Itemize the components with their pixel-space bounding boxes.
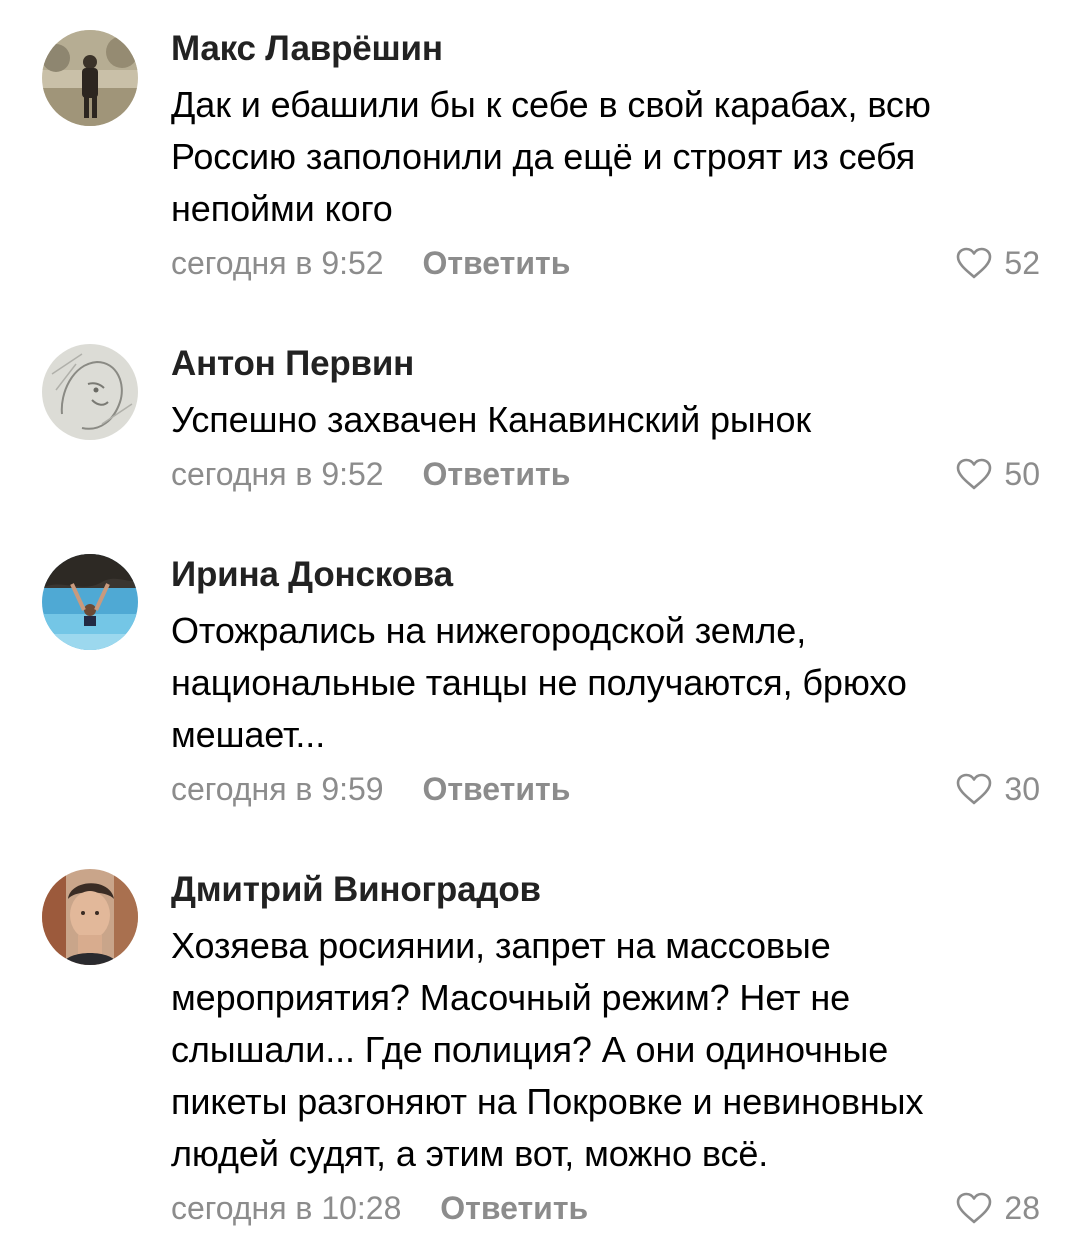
comment-text: Хозяева росиянии, запрет на массовые мер…	[171, 925, 924, 1174]
avatar-image	[42, 344, 138, 440]
like-button[interactable]: 30	[956, 761, 1040, 817]
avatar-image	[42, 30, 138, 126]
like-count: 52	[1004, 245, 1040, 281]
heart-outline-icon	[957, 247, 992, 279]
avatar-image	[42, 554, 138, 650]
reply-button[interactable]: Ответить	[422, 446, 570, 502]
like-count: 30	[1004, 771, 1040, 807]
comment-time: сегодня в 9:59	[171, 771, 384, 807]
reply-button[interactable]: Ответить	[440, 1180, 588, 1236]
comment-meta: сегодня в 10:28 Ответить 28	[171, 1180, 1040, 1236]
comment-author[interactable]: Макс Лаврёшин	[171, 25, 1040, 73]
comment-meta: сегодня в 9:52 Ответить 52	[171, 235, 1040, 291]
like-count: 50	[1004, 456, 1040, 492]
comment-author[interactable]: Ирина Донскова	[171, 551, 1040, 599]
comment-text: Дак и ебашили бы к себе в свой карабах, …	[171, 84, 931, 229]
comment-author[interactable]: Антон Первин	[171, 340, 1040, 388]
comment-body: Дмитрий Виноградов Хозяева росиянии, зап…	[171, 866, 1040, 1236]
heart-outline-icon	[957, 1192, 992, 1224]
comment-text: Успешно захвачен Канавинский рынок	[171, 399, 812, 440]
comment-time: сегодня в 10:28	[171, 1190, 402, 1226]
reply-button[interactable]: Ответить	[422, 761, 570, 817]
comment-meta: сегодня в 9:52 Ответить 50	[171, 446, 1040, 502]
like-button[interactable]: 52	[956, 235, 1040, 291]
heart-outline-icon	[957, 458, 992, 490]
comments-feed: Макс Лаврёшин Дак и ебашили бы к себе в …	[0, 0, 1080, 1258]
comment-text: Отожрались на нижегородской земле, нацио…	[171, 610, 907, 755]
avatar[interactable]	[42, 869, 138, 965]
comment-body: Антон Первин Успешно захвачен Канавински…	[171, 340, 1040, 502]
reply-button[interactable]: Ответить	[422, 235, 570, 291]
comment-body: Макс Лаврёшин Дак и ебашили бы к себе в …	[171, 25, 1040, 291]
like-count: 28	[1004, 1190, 1040, 1226]
comment-meta: сегодня в 9:59 Ответить 30	[171, 761, 1040, 817]
avatar[interactable]	[42, 554, 138, 650]
comment-time: сегодня в 9:52	[171, 456, 384, 492]
comment-body: Ирина Донскова Отожрались на нижегородск…	[171, 551, 1040, 817]
like-button[interactable]: 50	[956, 446, 1040, 502]
heart-outline-icon	[957, 773, 992, 805]
comment-author[interactable]: Дмитрий Виноградов	[171, 866, 1040, 914]
avatar[interactable]	[42, 344, 138, 440]
like-button[interactable]: 28	[956, 1180, 1040, 1236]
avatar[interactable]	[42, 30, 138, 126]
avatar-image	[42, 869, 138, 965]
comment-time: сегодня в 9:52	[171, 245, 384, 281]
